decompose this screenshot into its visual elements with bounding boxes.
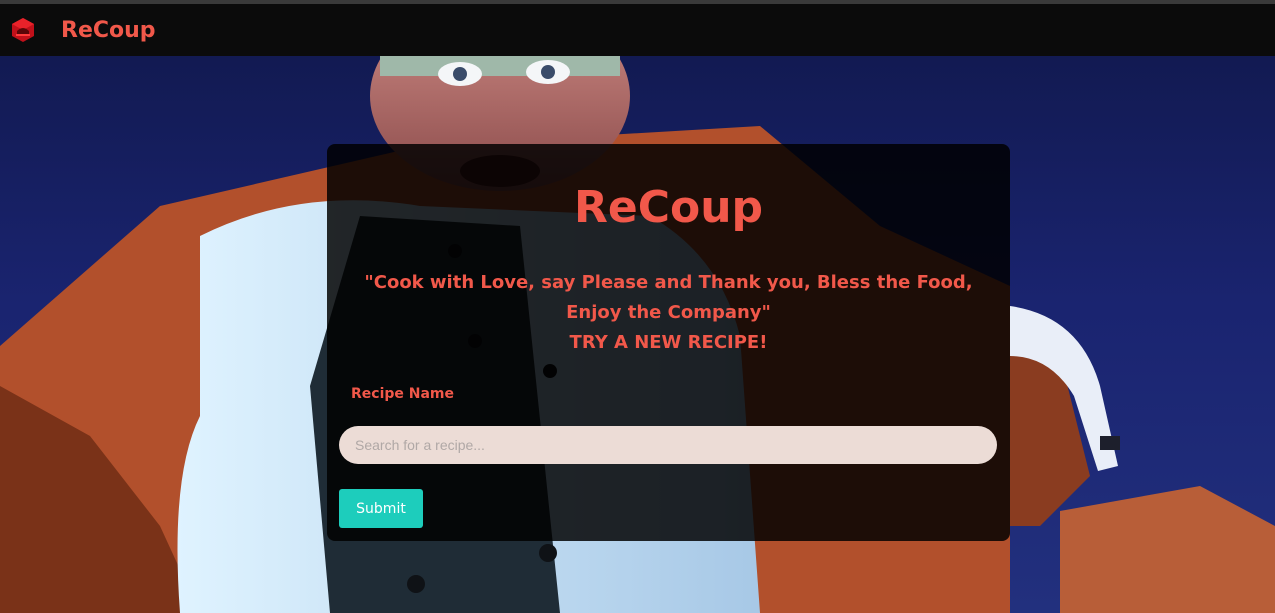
recoup-logo-icon[interactable] <box>10 17 36 43</box>
recipe-search-card: ReCoup "Cook with Love, say Please and T… <box>327 144 1010 541</box>
card-title: ReCoup <box>573 182 764 233</box>
brand-link[interactable]: ReCoup <box>61 18 156 44</box>
quote-text: "Cook with Love, say Please and Thank yo… <box>364 272 973 323</box>
navbar: ReCoup <box>0 4 1275 56</box>
tagline: TRY A NEW RECIPE! <box>569 332 768 353</box>
recipe-search-input[interactable] <box>339 426 997 464</box>
recipe-name-label: Recipe Name <box>351 386 455 402</box>
hero-background-image: ReCoup "Cook with Love, say Please and T… <box>0 56 1275 613</box>
submit-button[interactable]: Submit <box>339 489 423 528</box>
